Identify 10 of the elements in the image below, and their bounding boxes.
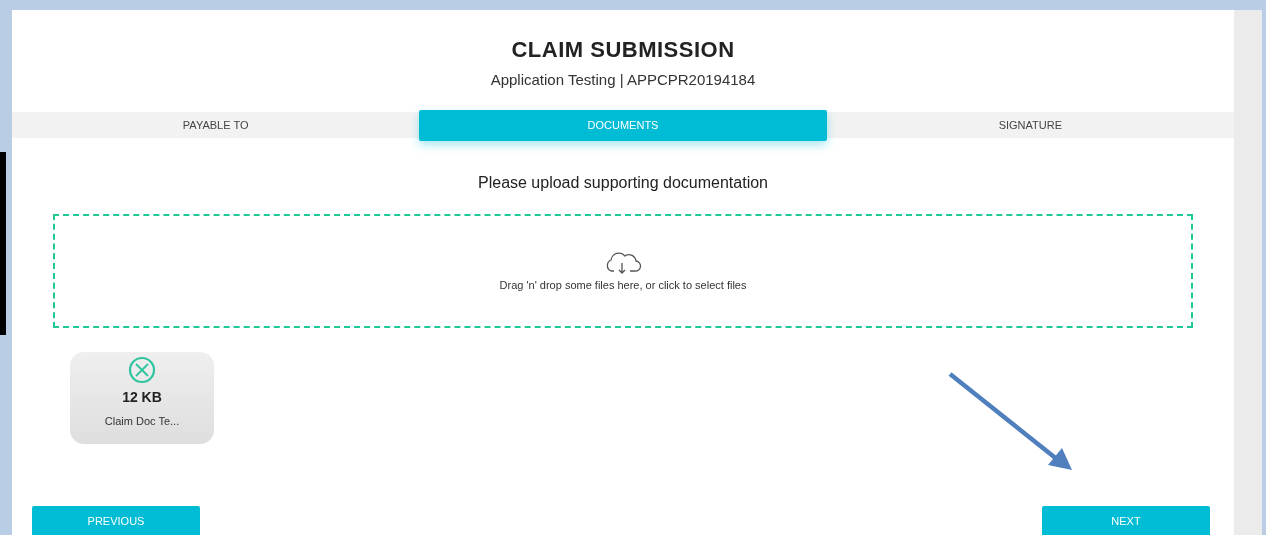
step-tab[interactable]: PAYABLE TO xyxy=(12,112,420,138)
file-thumbnail[interactable]: 12 KB Claim Doc Te... xyxy=(70,352,214,444)
dropzone-text: Drag 'n' drop some files here, or click to select files xyxy=(499,279,747,291)
step-tab[interactable]: SIGNATURE xyxy=(826,112,1234,138)
page-subtitle: Application Testing | APPCPR20194184 xyxy=(490,71,756,88)
file-dropzone[interactable]: Drag 'n' drop some files here, or click to select files xyxy=(53,214,1193,328)
file-name: Claim Doc Te... xyxy=(104,415,180,427)
file-size: 12 KB xyxy=(122,389,162,405)
instructions-text: Please upload supporting documentation xyxy=(478,174,768,192)
page-title: CLAIM SUBMISSION xyxy=(511,37,735,63)
